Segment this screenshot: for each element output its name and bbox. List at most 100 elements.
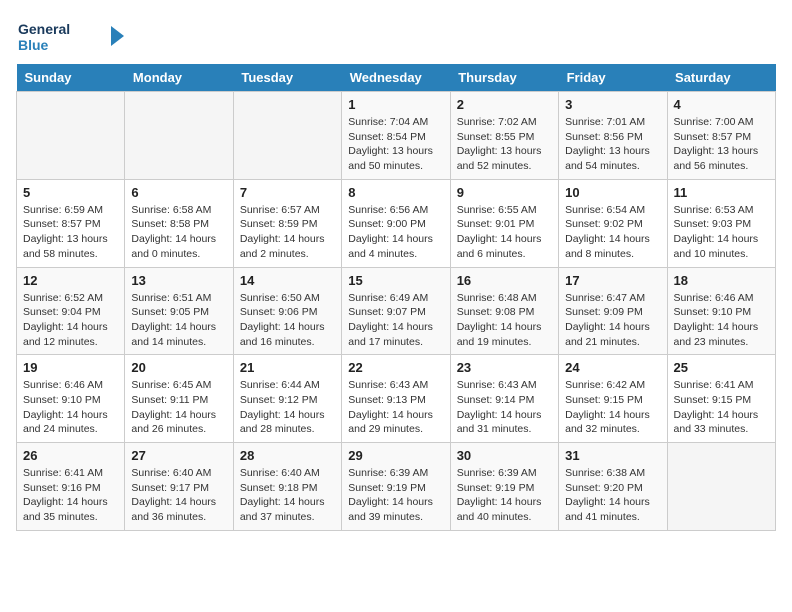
- cell-content: Sunrise: 6:58 AM Sunset: 8:58 PM Dayligh…: [131, 203, 226, 262]
- day-number: 31: [565, 448, 660, 463]
- sunrise-text: Sunrise: 6:51 AM: [131, 292, 211, 304]
- calendar-cell: 4 Sunrise: 7:00 AM Sunset: 8:57 PM Dayli…: [667, 92, 775, 180]
- calendar-cell: [233, 92, 341, 180]
- calendar-cell: 8 Sunrise: 6:56 AM Sunset: 9:00 PM Dayli…: [342, 179, 450, 267]
- calendar-week-row: 1 Sunrise: 7:04 AM Sunset: 8:54 PM Dayli…: [17, 92, 776, 180]
- sunrise-text: Sunrise: 7:00 AM: [674, 116, 754, 128]
- cell-content: Sunrise: 6:46 AM Sunset: 9:10 PM Dayligh…: [23, 378, 118, 437]
- calendar-cell: 12 Sunrise: 6:52 AM Sunset: 9:04 PM Dayl…: [17, 267, 125, 355]
- sunset-text: Sunset: 8:55 PM: [457, 131, 535, 143]
- sunrise-text: Sunrise: 6:43 AM: [457, 379, 537, 391]
- sunset-text: Sunset: 8:57 PM: [674, 131, 752, 143]
- sunrise-text: Sunrise: 7:04 AM: [348, 116, 428, 128]
- daylight-text: Daylight: 14 hours and 12 minutes.: [23, 321, 108, 348]
- calendar-cell: 2 Sunrise: 7:02 AM Sunset: 8:55 PM Dayli…: [450, 92, 558, 180]
- cell-content: Sunrise: 6:59 AM Sunset: 8:57 PM Dayligh…: [23, 203, 118, 262]
- daylight-text: Daylight: 14 hours and 14 minutes.: [131, 321, 216, 348]
- calendar-cell: 25 Sunrise: 6:41 AM Sunset: 9:15 PM Dayl…: [667, 355, 775, 443]
- cell-content: Sunrise: 6:51 AM Sunset: 9:05 PM Dayligh…: [131, 291, 226, 350]
- calendar-cell: 19 Sunrise: 6:46 AM Sunset: 9:10 PM Dayl…: [17, 355, 125, 443]
- weekday-header-wednesday: Wednesday: [342, 64, 450, 92]
- sunset-text: Sunset: 9:02 PM: [565, 218, 643, 230]
- daylight-text: Daylight: 14 hours and 4 minutes.: [348, 233, 433, 260]
- day-number: 28: [240, 448, 335, 463]
- sunset-text: Sunset: 9:09 PM: [565, 306, 643, 318]
- day-number: 18: [674, 273, 769, 288]
- daylight-text: Daylight: 13 hours and 56 minutes.: [674, 145, 759, 172]
- cell-content: Sunrise: 6:57 AM Sunset: 8:59 PM Dayligh…: [240, 203, 335, 262]
- sunrise-text: Sunrise: 7:02 AM: [457, 116, 537, 128]
- sunset-text: Sunset: 9:04 PM: [23, 306, 101, 318]
- calendar-cell: 7 Sunrise: 6:57 AM Sunset: 8:59 PM Dayli…: [233, 179, 341, 267]
- daylight-text: Daylight: 14 hours and 33 minutes.: [674, 409, 759, 436]
- sunrise-text: Sunrise: 6:47 AM: [565, 292, 645, 304]
- calendar-week-row: 5 Sunrise: 6:59 AM Sunset: 8:57 PM Dayli…: [17, 179, 776, 267]
- daylight-text: Daylight: 13 hours and 54 minutes.: [565, 145, 650, 172]
- day-number: 21: [240, 360, 335, 375]
- sunrise-text: Sunrise: 6:48 AM: [457, 292, 537, 304]
- weekday-header-friday: Friday: [559, 64, 667, 92]
- sunrise-text: Sunrise: 6:38 AM: [565, 467, 645, 479]
- cell-content: Sunrise: 6:55 AM Sunset: 9:01 PM Dayligh…: [457, 203, 552, 262]
- day-number: 25: [674, 360, 769, 375]
- day-number: 16: [457, 273, 552, 288]
- cell-content: Sunrise: 6:41 AM Sunset: 9:15 PM Dayligh…: [674, 378, 769, 437]
- day-number: 8: [348, 185, 443, 200]
- sunset-text: Sunset: 9:08 PM: [457, 306, 535, 318]
- sunrise-text: Sunrise: 6:39 AM: [457, 467, 537, 479]
- daylight-text: Daylight: 14 hours and 2 minutes.: [240, 233, 325, 260]
- cell-content: Sunrise: 6:43 AM Sunset: 9:13 PM Dayligh…: [348, 378, 443, 437]
- sunset-text: Sunset: 9:11 PM: [131, 394, 208, 406]
- sunrise-text: Sunrise: 6:50 AM: [240, 292, 320, 304]
- sunset-text: Sunset: 9:15 PM: [674, 394, 752, 406]
- sunrise-text: Sunrise: 6:59 AM: [23, 204, 103, 216]
- cell-content: Sunrise: 6:40 AM Sunset: 9:18 PM Dayligh…: [240, 466, 335, 525]
- cell-content: Sunrise: 7:02 AM Sunset: 8:55 PM Dayligh…: [457, 115, 552, 174]
- sunrise-text: Sunrise: 6:40 AM: [240, 467, 320, 479]
- calendar-cell: 3 Sunrise: 7:01 AM Sunset: 8:56 PM Dayli…: [559, 92, 667, 180]
- sunset-text: Sunset: 9:10 PM: [674, 306, 752, 318]
- day-number: 29: [348, 448, 443, 463]
- calendar-cell: [125, 92, 233, 180]
- sunset-text: Sunset: 8:54 PM: [348, 131, 426, 143]
- daylight-text: Daylight: 14 hours and 36 minutes.: [131, 496, 216, 523]
- daylight-text: Daylight: 14 hours and 37 minutes.: [240, 496, 325, 523]
- weekday-header-tuesday: Tuesday: [233, 64, 341, 92]
- sunset-text: Sunset: 9:16 PM: [23, 482, 101, 494]
- sunset-text: Sunset: 8:57 PM: [23, 218, 101, 230]
- daylight-text: Daylight: 14 hours and 6 minutes.: [457, 233, 542, 260]
- day-number: 27: [131, 448, 226, 463]
- day-number: 23: [457, 360, 552, 375]
- sunset-text: Sunset: 9:12 PM: [240, 394, 318, 406]
- daylight-text: Daylight: 14 hours and 26 minutes.: [131, 409, 216, 436]
- sunset-text: Sunset: 9:03 PM: [674, 218, 752, 230]
- calendar-cell: 27 Sunrise: 6:40 AM Sunset: 9:17 PM Dayl…: [125, 443, 233, 531]
- cell-content: Sunrise: 7:00 AM Sunset: 8:57 PM Dayligh…: [674, 115, 769, 174]
- calendar-cell: 15 Sunrise: 6:49 AM Sunset: 9:07 PM Dayl…: [342, 267, 450, 355]
- sunrise-text: Sunrise: 6:52 AM: [23, 292, 103, 304]
- calendar-cell: 22 Sunrise: 6:43 AM Sunset: 9:13 PM Dayl…: [342, 355, 450, 443]
- calendar-cell: 24 Sunrise: 6:42 AM Sunset: 9:15 PM Dayl…: [559, 355, 667, 443]
- cell-content: Sunrise: 6:45 AM Sunset: 9:11 PM Dayligh…: [131, 378, 226, 437]
- day-number: 11: [674, 185, 769, 200]
- sunrise-text: Sunrise: 6:55 AM: [457, 204, 537, 216]
- cell-content: Sunrise: 6:41 AM Sunset: 9:16 PM Dayligh…: [23, 466, 118, 525]
- day-number: 22: [348, 360, 443, 375]
- cell-content: Sunrise: 6:53 AM Sunset: 9:03 PM Dayligh…: [674, 203, 769, 262]
- sunrise-text: Sunrise: 6:41 AM: [23, 467, 103, 479]
- daylight-text: Daylight: 14 hours and 21 minutes.: [565, 321, 650, 348]
- sunset-text: Sunset: 8:59 PM: [240, 218, 318, 230]
- calendar-cell: 5 Sunrise: 6:59 AM Sunset: 8:57 PM Dayli…: [17, 179, 125, 267]
- sunset-text: Sunset: 9:20 PM: [565, 482, 643, 494]
- sunrise-text: Sunrise: 6:42 AM: [565, 379, 645, 391]
- weekday-header-monday: Monday: [125, 64, 233, 92]
- daylight-text: Daylight: 14 hours and 41 minutes.: [565, 496, 650, 523]
- weekday-header-sunday: Sunday: [17, 64, 125, 92]
- sunrise-text: Sunrise: 6:49 AM: [348, 292, 428, 304]
- daylight-text: Daylight: 14 hours and 8 minutes.: [565, 233, 650, 260]
- day-number: 10: [565, 185, 660, 200]
- svg-text:General: General: [18, 21, 70, 37]
- calendar-cell: [17, 92, 125, 180]
- cell-content: Sunrise: 6:38 AM Sunset: 9:20 PM Dayligh…: [565, 466, 660, 525]
- daylight-text: Daylight: 14 hours and 19 minutes.: [457, 321, 542, 348]
